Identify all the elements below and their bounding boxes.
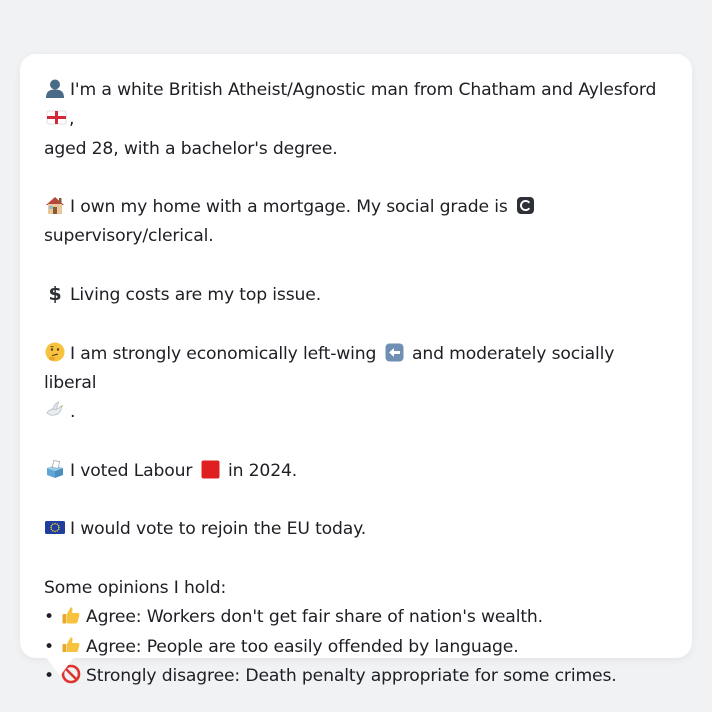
ideology-line-2: .: [44, 398, 668, 427]
issue-text: Living costs are my top issue.: [70, 285, 322, 306]
dollar-sign-icon: $: [48, 283, 61, 304]
ideology-end: .: [70, 402, 76, 423]
vote-text-b: in 2024.: [227, 460, 298, 481]
opinion-item: • Agree: Workers don't get fair share of …: [44, 603, 668, 632]
identity-suffix: ,: [69, 109, 75, 130]
opinion-text: Agree: People are too easily offended by…: [86, 636, 519, 657]
england-flag-icon: [46, 110, 67, 125]
opinions-section: Some opinions I hold: • Agree: Workers do…: [44, 574, 668, 691]
thumbs-up-icon: [62, 607, 80, 624]
thinking-face-icon: [45, 342, 65, 362]
opinion-text: Strongly disagree: Death penalty appropr…: [86, 665, 617, 686]
ideology-line: I am strongly economically left-wing and…: [44, 340, 668, 399]
house-icon: [46, 197, 64, 215]
opinion-item: • Strongly disagree: Death penalty approp…: [44, 662, 668, 691]
opinion-item: • Agree: People are too easily offended b…: [44, 633, 668, 662]
bullet-dot: •: [44, 607, 54, 628]
vote-paragraph: I voted Labour in 2024.: [44, 457, 668, 486]
bust-silhouette-icon: [46, 79, 64, 98]
identity-text: I'm a white British Atheist/Agnostic man…: [70, 80, 657, 100]
identity-line: I'm a white British Atheist/Agnostic man…: [44, 76, 668, 135]
vote-line: I voted Labour in 2024.: [44, 457, 668, 486]
issue-paragraph: $ Living costs are my top issue.: [44, 281, 668, 310]
ballot-box-icon: [47, 459, 63, 478]
eu-paragraph: I would vote to rejoin the EU today.: [44, 515, 668, 544]
ideology-paragraph: I am strongly economically left-wing and…: [44, 340, 668, 428]
ideology-text-a: I am strongly economically left-wing: [70, 343, 377, 364]
identity-paragraph: I'm a white British Atheist/Agnostic man…: [44, 76, 668, 164]
eu-line: I would vote to rejoin the EU today.: [44, 515, 668, 544]
home-text: I own my home with a mortgage. My social…: [70, 197, 508, 218]
persona-message-bubble: I'm a white British Atheist/Agnostic man…: [20, 54, 692, 686]
eu-text: I would vote to rejoin the EU today.: [70, 519, 367, 540]
dove-icon: [46, 401, 64, 416]
opinion-text: Agree: Workers don't get fair share of n…: [86, 607, 543, 628]
home-paragraph: I own my home with a mortgage. My social…: [44, 193, 668, 252]
letter-c-badge-icon: [516, 197, 534, 215]
identity-line-2: aged 28, with a bachelor's degree.: [44, 138, 338, 159]
issue-line: $ Living costs are my top issue.: [44, 281, 668, 310]
eu-flag-icon: [45, 521, 65, 535]
vote-text-a: I voted Labour: [70, 460, 193, 481]
left-arrow-icon: [385, 343, 404, 362]
svg-text:$: $: [48, 283, 61, 304]
bubble-tail: [42, 652, 78, 676]
home-line: I own my home with a mortgage. My social…: [44, 193, 668, 222]
home-line-2: supervisory/clerical.: [44, 226, 214, 247]
red-square-icon: [201, 460, 220, 479]
opinions-heading: Some opinions I hold:: [44, 578, 227, 599]
